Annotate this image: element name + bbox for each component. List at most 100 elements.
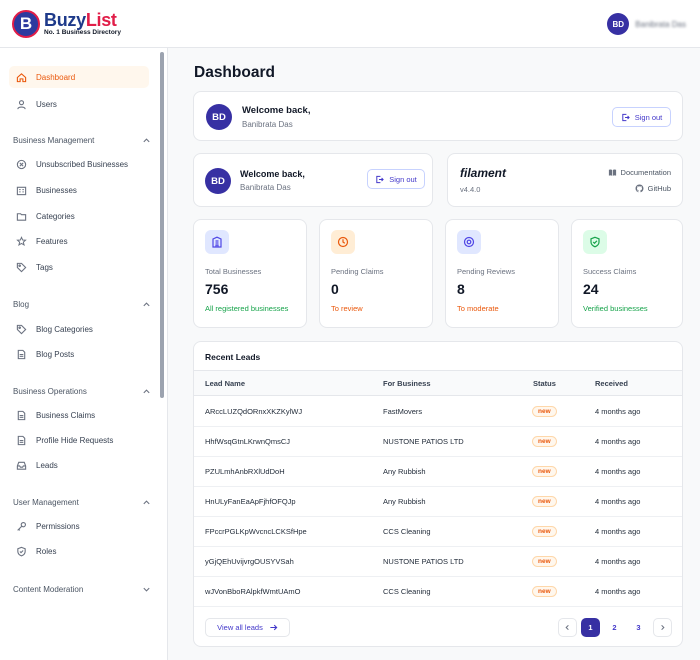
top-bar: B BuzyList No. 1 Business Directory BD B… — [0, 0, 700, 48]
user-menu[interactable]: BD Banibrata Das — [607, 13, 686, 35]
pagination-page-2[interactable]: 2 — [605, 618, 624, 637]
avatar: BD — [205, 168, 231, 194]
lead-received: 4 months ago — [595, 467, 641, 476]
welcome-title: Welcome back, — [240, 169, 305, 179]
status-badge: new — [532, 586, 557, 597]
pagination-prev-button[interactable] — [558, 618, 577, 637]
stat-label: Total Businesses — [205, 267, 262, 276]
lead-received: 4 months ago — [595, 407, 641, 416]
sidebar-item-profile-hide-requests[interactable]: Profile Hide Requests — [9, 429, 149, 451]
sidebar-item-roles[interactable]: Roles — [9, 540, 149, 562]
pagination-page-1[interactable]: 1 — [581, 618, 600, 637]
stat-note: To moderate — [457, 304, 499, 313]
sidebar-item-categories[interactable]: Categories — [9, 205, 149, 227]
stat-label: Pending Reviews — [457, 267, 515, 276]
lead-received: 4 months ago — [595, 527, 641, 536]
column-header-status[interactable]: Status — [533, 379, 556, 388]
recent-leads-title: Recent Leads — [205, 352, 261, 362]
star-icon — [16, 235, 27, 247]
github-icon — [635, 184, 644, 193]
sidebar-item-blog-categories[interactable]: Blog Categories — [9, 318, 149, 340]
sidebar-item-label: Users — [36, 99, 57, 109]
sign-out-button[interactable]: Sign out — [612, 107, 671, 127]
pagination-next-button[interactable] — [653, 618, 672, 637]
column-header-for-business[interactable]: For Business — [383, 379, 431, 388]
recent-leads-card: Recent Leads Lead Name For Business Stat… — [193, 341, 683, 647]
logo-mark: B — [12, 10, 40, 38]
welcome-user-name: Banibrata Das — [242, 120, 293, 129]
table-row[interactable]: FPccrPGLKpWvcncLCKSfHpe CCS Cleaning new… — [194, 517, 682, 547]
status-badge: new — [532, 526, 557, 537]
status-badge: new — [532, 436, 557, 447]
chevron-up-icon — [142, 387, 151, 396]
lead-received: 4 months ago — [595, 557, 641, 566]
status-badge: new — [532, 556, 557, 567]
sidebar-group-blog[interactable]: Blog — [13, 300, 151, 309]
brand-logo[interactable]: B BuzyList No. 1 Business Directory — [12, 10, 121, 38]
sidebar-group-content-moderation[interactable]: Content Moderation — [13, 585, 151, 594]
lead-name: HnULyFanEaApFjhfOFQJp — [205, 497, 296, 506]
chevron-up-icon — [142, 498, 151, 507]
stat-note: Verified businesses — [583, 304, 648, 313]
documentation-link[interactable]: Documentation — [608, 168, 671, 177]
inbox-icon — [16, 460, 27, 471]
stat-note: All registered businesses — [205, 304, 289, 313]
stat-card-pending-claims: Pending Claims 0 To review — [319, 219, 433, 328]
avatar: BD — [206, 104, 232, 130]
lead-name: yGjQEhUvijvrgOUSYVSah — [205, 557, 294, 566]
sidebar-scrollbar[interactable] — [160, 52, 164, 398]
chevron-up-icon — [142, 300, 151, 309]
eye-target-icon — [457, 230, 481, 254]
page-title: Dashboard — [194, 64, 275, 81]
lead-business: CCS Cleaning — [383, 587, 431, 596]
view-all-leads-button[interactable]: View all leads — [205, 618, 290, 637]
sidebar-group-business-operations[interactable]: Business Operations — [13, 387, 151, 396]
lead-received: 4 months ago — [595, 437, 641, 446]
table-row[interactable]: ARccLUZQdORnxXKZKylWJ FastMovers new 4 m… — [194, 397, 682, 427]
table-row[interactable]: yGjQEhUvijvrgOUSYVSah NUSTONE PATIOS LTD… — [194, 547, 682, 577]
lead-received: 4 months ago — [595, 587, 641, 596]
shield-icon — [16, 546, 27, 557]
lead-received: 4 months ago — [595, 497, 641, 506]
sidebar-item-dashboard[interactable]: Dashboard — [9, 66, 149, 88]
pagination-page-3[interactable]: 3 — [629, 618, 648, 637]
sidebar-item-features[interactable]: Features — [9, 230, 149, 252]
sidebar-group-user-management[interactable]: User Management — [13, 498, 151, 507]
status-badge: new — [532, 496, 557, 507]
sidebar-item-blog-posts[interactable]: Blog Posts — [9, 343, 149, 365]
home-icon — [16, 72, 27, 83]
sidebar: Dashboard Users Business Management Unsu… — [0, 48, 168, 660]
document-icon — [16, 349, 27, 360]
sidebar-item-tags[interactable]: Tags — [9, 256, 149, 278]
welcome-user-name: Banibrata Das — [240, 183, 291, 192]
status-badge: new — [532, 406, 557, 417]
document-icon — [16, 410, 27, 421]
brand-tagline: No. 1 Business Directory — [44, 29, 121, 37]
sidebar-item-permissions[interactable]: Permissions — [9, 515, 149, 537]
sidebar-item-users[interactable]: Users — [9, 93, 149, 115]
table-row[interactable]: HnULyFanEaApFjhfOFQJp Any Rubbish new 4 … — [194, 487, 682, 517]
table-row[interactable]: wJVonBboRAlpkfWmtUAmO CCS Cleaning new 4… — [194, 577, 682, 607]
lead-business: Any Rubbish — [383, 497, 426, 506]
sidebar-item-unsubscribed-businesses[interactable]: Unsubscribed Businesses — [9, 153, 149, 175]
github-link[interactable]: GitHub — [635, 184, 671, 193]
arrow-right-icon — [269, 623, 278, 632]
chevron-down-icon — [142, 585, 151, 594]
sidebar-item-business-claims[interactable]: Business Claims — [9, 404, 149, 426]
building-icon — [205, 230, 229, 254]
sidebar-item-businesses[interactable]: Businesses — [9, 179, 149, 201]
sidebar-item-leads[interactable]: Leads — [9, 454, 149, 476]
column-header-received[interactable]: Received — [595, 379, 628, 388]
table-row[interactable]: PZULmhAnbRXlUdDoH Any Rubbish new 4 mont… — [194, 457, 682, 487]
x-circle-icon — [16, 159, 27, 170]
shield-check-icon — [583, 230, 607, 254]
key-icon — [16, 521, 27, 532]
stat-label: Pending Claims — [331, 267, 384, 276]
welcome-widget: BD Welcome back, Banibrata Das Sign out — [193, 153, 433, 207]
lead-name: ARccLUZQdORnxXKZKylWJ — [205, 407, 303, 416]
table-row[interactable]: HhfWsqGtnLKrwnQmsCJ NUSTONE PATIOS LTD n… — [194, 427, 682, 457]
filament-info-card: filament v4.4.0 Documentation GitHub — [447, 153, 683, 207]
sidebar-group-business-management[interactable]: Business Management — [13, 136, 151, 145]
column-header-lead-name[interactable]: Lead Name — [205, 379, 245, 388]
sign-out-button[interactable]: Sign out — [367, 169, 425, 189]
